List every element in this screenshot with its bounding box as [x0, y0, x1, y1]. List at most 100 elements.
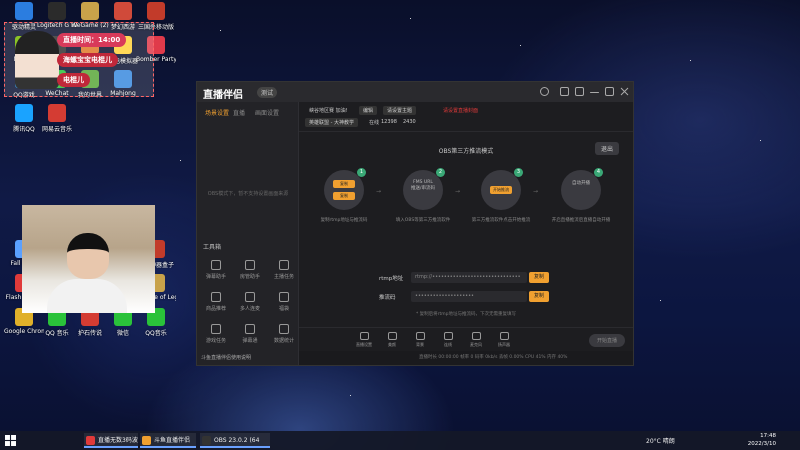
windows-start-icon[interactable] [5, 435, 16, 446]
bottom-item[interactable]: 美颜 [383, 332, 401, 348]
bottom-item-icon [499, 332, 509, 340]
tools-title: 工具箱 [203, 244, 222, 251]
tool-item[interactable]: 数据统计 [269, 324, 299, 344]
tab-display[interactable]: 画面设置 [255, 108, 279, 117]
bottom-item[interactable]: 背景 [411, 332, 429, 348]
bottom-item-label: 连线 [444, 342, 452, 347]
streamer-head-icon [67, 233, 109, 279]
avatar-overlay[interactable]: 直播时间：14:00 海螺宝宝电棍儿 电棍儿 [4, 22, 154, 97]
app-icon [15, 2, 33, 20]
step-copy-button[interactable]: 复制 [333, 180, 355, 188]
taskbar: 直播无数3码波次流...斗鱼直播伴侣OBS 23.0.2 (64 bit... … [0, 431, 800, 450]
bottom-item-icon [443, 332, 453, 340]
step-caption: 开启直播推流后直播自动开播 [551, 218, 611, 223]
copy-key-button[interactable]: 复制 [529, 291, 549, 302]
streaming-companion-window: 直播伴侣 测试 场景设置 直播 画面设置 OBS模式下，暂不支持设置画面来源 工… [196, 81, 634, 366]
desktop-icon-label: 网易云音乐 [41, 126, 72, 133]
key-label: 推流码 [379, 295, 396, 301]
webcam-feed [22, 205, 155, 313]
rtmp-field[interactable]: rtmp://•••••••••••••••••••••••••••••• [411, 272, 527, 283]
tool-label: 商品推荐 [205, 306, 226, 312]
tool-item[interactable]: 主播任务 [269, 260, 299, 280]
clock[interactable]: 17:48 2022/3/10 [748, 432, 776, 448]
go-live-button[interactable]: 开始直播 [588, 334, 625, 347]
step-circle: 1 复制 复制 [324, 168, 366, 210]
step-number: 3 [514, 168, 523, 177]
tool-item[interactable]: 多人连麦 [235, 292, 265, 312]
desktop-icon-label: QQ音乐 [145, 330, 167, 337]
bottom-toolbar: 直播设置 美颜 背景 连线 麦克风 扬声器 开始直播 [299, 327, 633, 351]
tool-item[interactable]: 弹幕助手 [201, 260, 231, 280]
bottom-item[interactable]: 扬声器 [495, 332, 513, 348]
app-logo: 直播伴侣 [203, 90, 243, 101]
app-icon [48, 104, 66, 122]
step-start-button[interactable]: 开始推流 [490, 186, 512, 194]
step-circle: 2 FMS URL 推送/串流码 [403, 168, 445, 210]
sidebar: 场景设置 直播 画面设置 OBS模式下，暂不支持设置画面来源 工具箱 弹幕助手 房… [197, 102, 299, 365]
hint-text: * 复制后将rtmp地址与推流码，下次无需重复填写 [415, 312, 517, 317]
bottom-item[interactable]: 直播设置 [355, 332, 373, 348]
key-field[interactable]: •••••••••••••••••••• [411, 291, 527, 302]
tab-scene[interactable]: 场景设置 [205, 108, 229, 117]
sidebar-empty-text: OBS模式下，暂不支持设置画面来源 [207, 191, 289, 197]
topic-tag[interactable]: 请设置主题 [383, 106, 417, 115]
bottom-item[interactable]: 连线 [439, 332, 457, 348]
version-badge[interactable]: 测试 [257, 87, 278, 98]
user-avatar-icon[interactable] [540, 87, 549, 96]
maximize-icon[interactable] [605, 87, 614, 96]
tool-item[interactable]: 房管助手 [235, 260, 265, 280]
taskbar-app-label: 斗鱼直播伴侣 [154, 437, 191, 444]
bottom-item[interactable]: 麦克风 [467, 332, 485, 348]
live-time-badge: 直播时间：14:00 [57, 33, 127, 47]
online-count: 12398 [381, 119, 397, 125]
app-icon [48, 2, 66, 20]
bottom-item-label: 美颜 [388, 342, 396, 347]
room-title: 峡谷地区赛 加油! [309, 108, 348, 114]
name-badge: 海螺宝宝电棍儿 [57, 53, 118, 67]
clock-time: 17:48 [760, 433, 776, 439]
minimize-icon[interactable] [590, 92, 599, 93]
avatar-character-icon [15, 31, 59, 89]
arrow-icon: → [455, 188, 461, 195]
tool-label: 多人连麦 [239, 306, 260, 312]
step-caption: 填入OBS等第三方推流软件 [395, 218, 451, 223]
cover-warning[interactable]: 请设置直播封面 [439, 106, 482, 115]
bottom-item-label: 直播设置 [356, 342, 372, 347]
tool-label: 游戏任务 [205, 338, 226, 344]
taskbar-app-label: 直播无数3码波次流... [98, 437, 138, 444]
tool-icon [279, 260, 289, 270]
tool-item[interactable]: 游戏任务 [201, 324, 231, 344]
bottom-item-label: 麦克风 [470, 342, 482, 347]
exit-mode-button[interactable]: 退出 [594, 142, 619, 155]
desktop-icon[interactable]: 网易云音乐 [37, 104, 77, 133]
app-icon [147, 2, 165, 20]
streamer-body-icon [47, 279, 127, 313]
titlebar: 直播伴侣 测试 [197, 82, 633, 102]
weather-widget[interactable]: 20°C 晴朗 [646, 436, 675, 445]
taskbar-app[interactable]: 直播无数3码波次流... [84, 433, 138, 448]
tool-item[interactable]: 弹幕通 [235, 324, 265, 344]
app-icon [81, 2, 99, 20]
message-icon[interactable] [560, 87, 569, 96]
settings-icon[interactable] [575, 87, 584, 96]
category-tag[interactable]: 英雄联盟 - 大神教学 [305, 118, 358, 127]
tab-live[interactable]: 直播 [233, 108, 245, 117]
room-info-bar: 峡谷地区赛 加油! 编辑 请设置主题 请设置直播封面 英雄联盟 - 大神教学 在… [299, 102, 633, 132]
sidebar-footer-link[interactable]: 斗鱼直播伴侣使用说明 [201, 354, 251, 361]
tool-icon [211, 324, 221, 334]
arrow-icon: → [376, 188, 382, 195]
tool-icon [279, 324, 289, 334]
taskbar-app-icon [142, 436, 151, 445]
step-copy-button[interactable]: 复制 [333, 192, 355, 200]
taskbar-app[interactable]: 斗鱼直播伴侣 [140, 433, 196, 448]
step-number: 2 [436, 168, 445, 177]
tool-item[interactable]: 商品推荐 [201, 292, 231, 312]
tool-icon [211, 260, 221, 270]
copy-rtmp-button[interactable]: 复制 [529, 272, 549, 283]
tool-label: 房管助手 [239, 274, 260, 280]
close-icon[interactable] [620, 87, 629, 96]
edit-tag[interactable]: 编辑 [359, 106, 378, 115]
taskbar-app[interactable]: OBS 23.0.2 (64 bit... [200, 433, 270, 448]
tool-item[interactable]: 福袋 [269, 292, 299, 312]
tool-icon [245, 292, 255, 302]
